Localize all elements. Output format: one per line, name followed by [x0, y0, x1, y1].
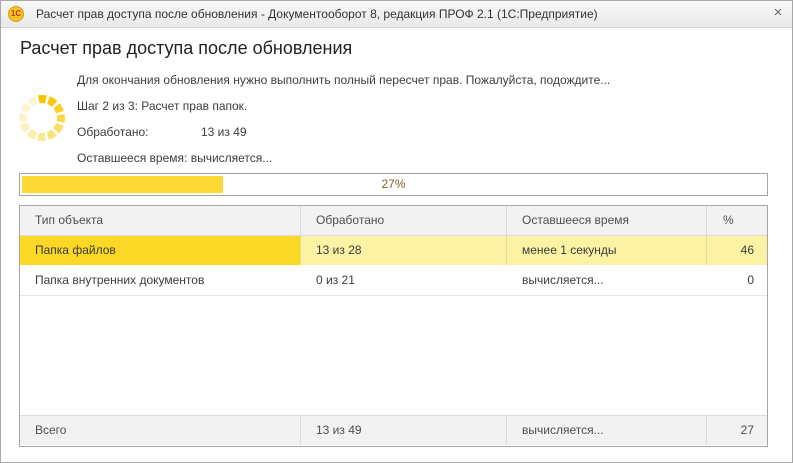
title-bar: 1С Расчет прав доступа после обновления …	[1, 1, 792, 28]
step-text: Шаг 2 из 3: Расчет прав папок.	[77, 99, 248, 113]
close-icon[interactable]: ×	[769, 4, 787, 22]
processed-label: Обработано:	[77, 125, 149, 139]
spinner-segment	[19, 113, 28, 122]
cell-percent: 46	[740, 243, 754, 257]
cell-object-type: Папка внутренних документов	[35, 273, 205, 287]
column-header-processed[interactable]: Обработано	[301, 206, 507, 235]
cell-processed: 13 из 28	[301, 236, 507, 265]
page-title: Расчет прав доступа после обновления	[20, 38, 353, 58]
spinner-segment	[37, 132, 46, 141]
spinner-segment	[26, 129, 37, 140]
spinner-segment	[53, 123, 64, 134]
spinner-segment	[38, 95, 47, 104]
footer-processed: 13 из 49	[301, 416, 507, 445]
progress-percent: 27%	[381, 177, 406, 191]
footer-percent: 27	[740, 423, 754, 437]
table-row[interactable]: Папка файлов 13 из 28 менее 1 секунды 46	[20, 236, 767, 265]
spinner-segment	[20, 122, 31, 133]
info-message: Для окончания обновления нужно выполнить…	[77, 73, 611, 87]
table-footer: Всего 13 из 49 вычисляется... 27	[20, 415, 767, 445]
progress-table: Тип объекта Обработано Оставшееся время …	[19, 205, 768, 447]
dialog-window: 1С Расчет прав доступа после обновления …	[0, 0, 793, 463]
spinner-segment	[27, 96, 38, 107]
processed-value: 13 из 49	[201, 125, 247, 139]
cell-remaining: вычисляется...	[522, 273, 604, 287]
cell-processed: 0 из 21	[316, 273, 355, 287]
footer-total-label: Всего	[20, 416, 301, 445]
spinner-segment	[47, 96, 58, 107]
column-header-percent[interactable]: %	[707, 206, 767, 235]
1c-logo-icon: 1С	[8, 6, 24, 22]
cell-remaining: менее 1 секунды	[507, 236, 707, 265]
spinner-segment	[53, 103, 64, 114]
footer-remaining: вычисляется...	[507, 416, 707, 445]
column-header-object-type[interactable]: Тип объекта	[20, 206, 301, 235]
cell-percent: 0	[747, 273, 754, 287]
progress-bar: 27%	[19, 173, 768, 196]
remaining-time-text: Оставшееся время: вычисляется...	[77, 151, 273, 165]
window-title: Расчет прав доступа после обновления - Д…	[36, 7, 598, 21]
cell-object-type: Папка файлов	[20, 236, 301, 265]
table-row[interactable]: Папка внутренних документов 0 из 21 вычи…	[20, 266, 767, 296]
column-header-remaining[interactable]: Оставшееся время	[507, 206, 707, 235]
spinner-segment	[56, 114, 65, 123]
loading-spinner-icon	[19, 95, 65, 141]
spinner-segment	[20, 102, 31, 113]
table-header: Тип объекта Обработано Оставшееся время …	[20, 206, 767, 236]
spinner-segment	[46, 129, 57, 140]
